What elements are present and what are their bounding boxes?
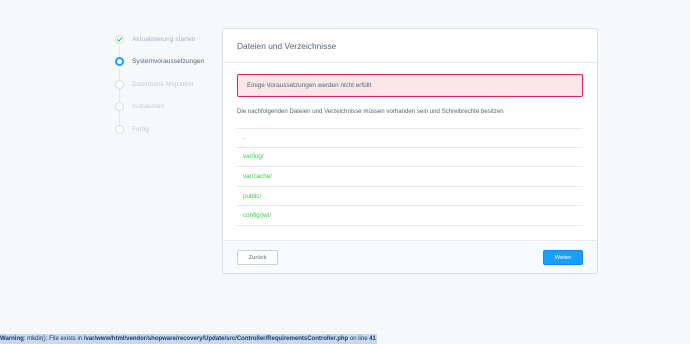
warning-suffix: on line bbox=[348, 336, 370, 342]
step-finished: Fertig bbox=[115, 118, 215, 141]
step-label: Aktualisierung starten bbox=[132, 35, 196, 43]
list-item: . bbox=[237, 128, 583, 148]
list-item: public/ bbox=[237, 187, 583, 207]
step-database-migration: Datenbank-Migration bbox=[115, 73, 215, 102]
warning-path: /var/www/html/vendor/shopware/recovery/U… bbox=[83, 336, 349, 342]
circle-icon bbox=[115, 124, 124, 134]
list-item: config/jwt/ bbox=[237, 206, 583, 226]
requirements-intro: Die nachfolgenden Dateien und Verzeichni… bbox=[237, 108, 504, 115]
card-header: Dateien und Verzeichnisse bbox=[223, 29, 597, 63]
back-button[interactable]: Zurück bbox=[237, 250, 278, 265]
warning-message: : mkdir(): File exists in bbox=[23, 336, 84, 342]
step-navigation: Aktualisierung starten Systemvoraussetzu… bbox=[115, 28, 215, 141]
card-title: Dateien und Verzeichnisse bbox=[237, 40, 337, 51]
card-footer: Zurück Weiter bbox=[223, 240, 597, 273]
step-cleanup: Aufräumen bbox=[115, 96, 215, 125]
step-label: Datenbank-Migration bbox=[132, 80, 194, 88]
php-warning: Warning: mkdir(): File exists in /var/ww… bbox=[0, 334, 377, 344]
step-system-requirements: Systemvoraussetzungen bbox=[115, 51, 215, 80]
step-update-start: Aktualisierung starten bbox=[115, 28, 215, 57]
step-label: Fertig bbox=[132, 125, 149, 133]
list-item: var/cache/ bbox=[237, 167, 583, 187]
next-button[interactable]: Weiter bbox=[543, 250, 583, 265]
alert-message: Einige Voraussetzungen werden nicht erfü… bbox=[247, 82, 372, 89]
path-list: . var/log/ var/cache/ public/ config/jwt… bbox=[237, 128, 583, 226]
requirements-card: Dateien und Verzeichnisse Einige Vorauss… bbox=[222, 28, 598, 274]
step-label: Systemvoraussetzungen bbox=[132, 58, 205, 66]
error-alert: Einige Voraussetzungen werden nicht erfü… bbox=[237, 74, 583, 97]
warning-prefix: Warning bbox=[0, 336, 24, 342]
warning-line: 41 bbox=[369, 336, 376, 342]
list-item: var/log/ bbox=[237, 148, 583, 168]
step-label: Aufräumen bbox=[132, 103, 165, 111]
